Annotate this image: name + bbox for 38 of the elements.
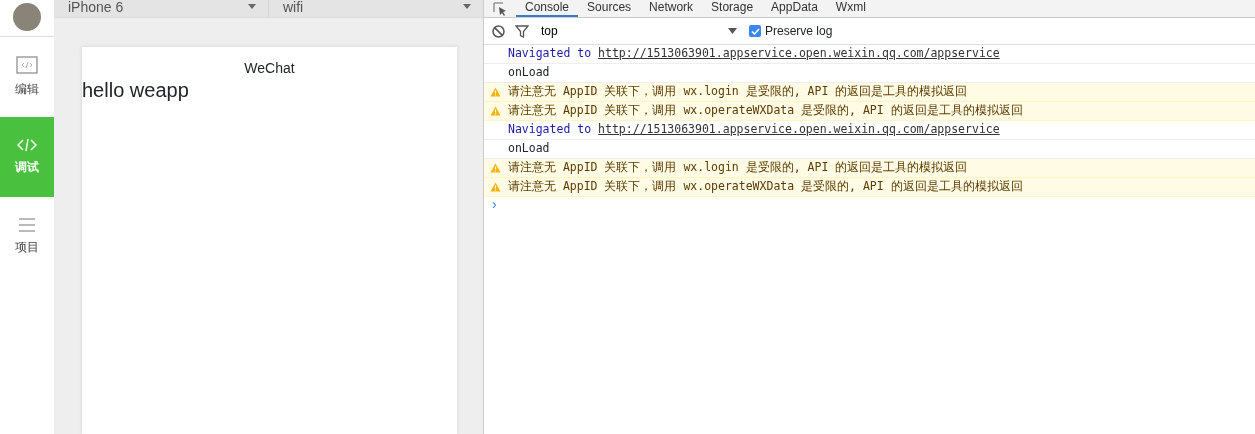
clear-icon <box>492 24 505 38</box>
console-message: onLoad <box>508 64 550 82</box>
console-message: onLoad <box>508 140 550 158</box>
check-icon <box>750 27 760 35</box>
filter-icon <box>515 24 529 38</box>
console-link[interactable]: http://1513063901.appservice.open.weixin.qq.com/appservice <box>598 45 1000 63</box>
context-select[interactable]: top <box>539 22 739 40</box>
devtools-tab[interactable]: Console <box>516 1 579 17</box>
preserve-log-label: Preserve log <box>765 23 833 40</box>
warning-icon <box>490 163 501 173</box>
devtools-tab[interactable]: AppData <box>762 1 827 17</box>
console-warning: 请注意无 AppID 关联下，调用 wx.operateWXData 是受限的, API 的返回是工具的模拟返回 <box>508 178 1023 196</box>
device-select[interactable]: iPhone 6 <box>54 0 268 17</box>
warning-icon <box>490 87 501 97</box>
avatar-photo-placeholder[interactable] <box>13 3 41 31</box>
console-warning: 请注意无 AppID 关联下，调用 wx.login 是受限的, API 的返回是工具的模拟返回 <box>508 83 968 101</box>
devtools-tab[interactable]: Network <box>640 1 703 17</box>
warning-icon <box>490 182 501 192</box>
console-prompt[interactable]: › <box>484 197 1255 211</box>
nav-title: WeChat <box>244 61 295 75</box>
devtools-tab[interactable]: Sources <box>578 1 641 17</box>
devtools-tab[interactable]: Storage <box>702 1 763 17</box>
code-icon <box>16 56 38 74</box>
code-icon <box>17 138 37 152</box>
warning-icon <box>490 106 501 116</box>
dropdown-caret-icon <box>728 28 737 34</box>
dropdown-caret-icon <box>248 4 256 9</box>
console-link[interactable]: http://1513063901.appservice.open.weixin.qq.com/appservice <box>598 121 1000 139</box>
console-warning: 请注意无 AppID 关联下，调用 wx.login 是受限的, API 的返回是工具的模拟返回 <box>508 159 968 177</box>
menu-icon <box>19 218 35 232</box>
console-warning: 请注意无 AppID 关联下，调用 wx.operateWXData 是受限的, API 的返回是工具的模拟返回 <box>508 102 1023 120</box>
page-text: hello weapp <box>82 80 189 100</box>
preserve-log-checkbox[interactable] <box>749 25 761 37</box>
devtools-tab[interactable]: Wxml <box>826 1 875 17</box>
console-message: Navigated to <box>508 45 592 63</box>
dropdown-caret-icon <box>463 4 471 9</box>
inspect-cursor-icon <box>492 1 508 17</box>
console-message: Navigated to <box>508 121 592 139</box>
